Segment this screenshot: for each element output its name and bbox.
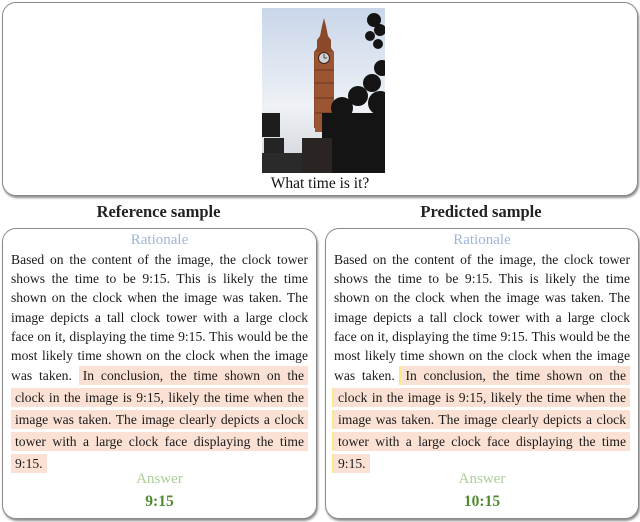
reference-sample-panel: Rationale Based on the content of the im… bbox=[2, 228, 317, 519]
predicted-sample-panel: Rationale Based on the content of the im… bbox=[325, 228, 639, 519]
rationale-label: Rationale bbox=[453, 232, 511, 248]
question-text: What time is it? bbox=[270, 175, 370, 192]
predicted-sample-title: Predicted sample bbox=[420, 202, 542, 221]
answer-label: Answer bbox=[458, 471, 506, 487]
answer-label: Answer bbox=[136, 471, 183, 487]
rationale-text: Based on the content of the image, the c… bbox=[11, 250, 308, 475]
reference-sample-title: Reference sample bbox=[96, 202, 221, 221]
clock-tower-illustration bbox=[262, 13, 385, 173]
clock-tower-image bbox=[262, 8, 385, 173]
rationale-plain-text: Based on the content of the image, the c… bbox=[11, 252, 308, 384]
rationale-label: Rationale bbox=[130, 232, 189, 248]
rationale-text: Based on the content of the image, the c… bbox=[334, 250, 630, 475]
answer-value: 10:15 bbox=[463, 493, 501, 510]
question-panel: What time is it? bbox=[2, 2, 638, 196]
rationale-plain-text: Based on the content of the image, the c… bbox=[334, 252, 630, 384]
answer-value: 9:15 bbox=[145, 493, 174, 510]
